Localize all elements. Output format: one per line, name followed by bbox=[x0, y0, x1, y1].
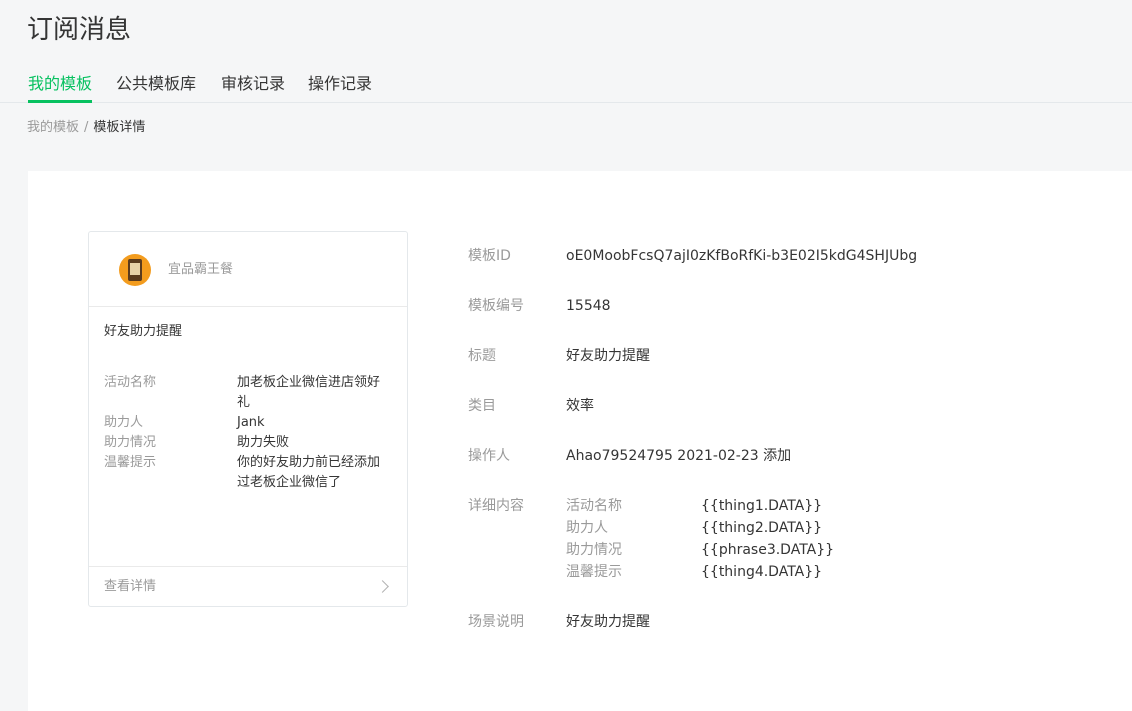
content-field-key: 活动名称 bbox=[566, 498, 622, 514]
detail-row-template-number: 模板编号 15548 bbox=[468, 295, 611, 317]
category-value: 效率 bbox=[566, 398, 594, 414]
content-field-key: 助力情况 bbox=[566, 542, 622, 558]
tab-bar: 我的模板 公共模板库 审核记录 操作记录 bbox=[0, 70, 1132, 103]
detail-row-scene: 场景说明 好友助力提醒 bbox=[468, 611, 650, 633]
template-number-value: 15548 bbox=[566, 298, 611, 314]
breadcrumb-current: 模板详情 bbox=[93, 120, 146, 135]
preview-field: 活动名称 加老板企业微信进店领好礼 bbox=[104, 373, 394, 413]
detail-row-operator: 操作人 Ahao79524795 2021-02-23 添加 bbox=[468, 445, 791, 467]
breadcrumb-separator: / bbox=[84, 120, 89, 135]
content-field-list: 活动名称 {{thing1.DATA}} 助力人 {{thing2.DATA}}… bbox=[566, 495, 834, 583]
preview-title: 好友助力提醒 bbox=[104, 324, 183, 339]
breadcrumb-parent-link[interactable]: 我的模板 bbox=[27, 120, 79, 135]
preview-field-key: 助力情况 bbox=[104, 435, 157, 450]
operator-label: 操作人 bbox=[468, 448, 510, 464]
preview-field-value: 你的好友助力前已经添加过老板企业微信了 bbox=[237, 455, 381, 490]
content-label: 详细内容 bbox=[468, 498, 524, 514]
tab-public-template-library[interactable]: 公共模板库 bbox=[116, 70, 196, 102]
scene-value: 好友助力提醒 bbox=[566, 614, 650, 630]
view-details-label: 查看详情 bbox=[104, 579, 157, 594]
preview-field-key: 温馨提示 bbox=[104, 455, 157, 470]
content-field-value: {{thing2.DATA}} bbox=[701, 520, 823, 536]
preview-field-key: 活动名称 bbox=[104, 375, 157, 390]
template-id-label: 模板ID bbox=[468, 248, 511, 264]
account-avatar bbox=[119, 254, 151, 286]
view-details-link[interactable]: 查看详情 bbox=[89, 566, 407, 607]
preview-card-header: 宜品霸王餐 bbox=[89, 232, 407, 307]
breadcrumb: 我的模板 / 模板详情 bbox=[27, 118, 145, 138]
content-field-key: 助力人 bbox=[566, 520, 608, 536]
content-field-value: {{thing4.DATA}} bbox=[701, 564, 823, 580]
content-field: 活动名称 {{thing1.DATA}} bbox=[566, 495, 834, 517]
preview-field-value: Jank bbox=[237, 415, 265, 430]
content-field: 温馨提示 {{thing4.DATA}} bbox=[566, 561, 834, 583]
chevron-right-icon bbox=[376, 580, 389, 593]
tab-my-templates[interactable]: 我的模板 bbox=[28, 70, 93, 103]
preview-field-key: 助力人 bbox=[104, 415, 144, 430]
preview-field: 助力人 Jank bbox=[104, 413, 394, 433]
detail-row-category: 类目 效率 bbox=[468, 395, 594, 417]
preview-field-value: 助力失败 bbox=[237, 435, 290, 450]
content-field-key: 温馨提示 bbox=[566, 564, 622, 580]
template-number-label: 模板编号 bbox=[468, 298, 524, 314]
account-name: 宜品霸王餐 bbox=[168, 262, 234, 277]
content-field-value: {{phrase3.DATA}} bbox=[701, 542, 835, 558]
title-label: 标题 bbox=[468, 348, 496, 364]
content-field-value: {{thing1.DATA}} bbox=[701, 498, 823, 514]
preview-fields: 活动名称 加老板企业微信进店领好礼 助力人 Jank 助力情况 助力失败 温馨提… bbox=[104, 373, 394, 493]
detail-row-template-id: 模板ID oE0MoobFcsQ7ajI0zKfBoRfKi-b3E02I5kd… bbox=[468, 245, 917, 267]
page-title: 订阅消息 bbox=[27, 15, 132, 45]
category-label: 类目 bbox=[468, 398, 496, 414]
template-id-value: oE0MoobFcsQ7ajI0zKfBoRfKi-b3E02I5kdG4SHJ… bbox=[566, 248, 918, 264]
tab-review-records[interactable]: 审核记录 bbox=[221, 70, 285, 102]
operator-value: Ahao79524795 2021-02-23 添加 bbox=[566, 448, 792, 464]
message-preview-card: 宜品霸王餐 好友助力提醒 活动名称 加老板企业微信进店领好礼 助力人 Jank … bbox=[88, 231, 408, 607]
preview-field: 助力情况 助力失败 bbox=[104, 433, 394, 453]
detail-row-title: 标题 好友助力提醒 bbox=[468, 345, 650, 367]
content-field: 助力情况 {{phrase3.DATA}} bbox=[566, 539, 834, 561]
avatar-image-detail bbox=[130, 263, 140, 275]
content-field: 助力人 {{thing2.DATA}} bbox=[566, 517, 834, 539]
preview-field: 温馨提示 你的好友助力前已经添加过老板企业微信了 bbox=[104, 453, 394, 493]
scene-label: 场景说明 bbox=[468, 614, 524, 630]
title-value: 好友助力提醒 bbox=[566, 348, 650, 364]
preview-field-value: 加老板企业微信进店领好礼 bbox=[237, 375, 381, 410]
detail-panel: 宜品霸王餐 好友助力提醒 活动名称 加老板企业微信进店领好礼 助力人 Jank … bbox=[28, 171, 1132, 711]
tab-operation-records[interactable]: 操作记录 bbox=[308, 70, 372, 102]
detail-row-content: 详细内容 活动名称 {{thing1.DATA}} 助力人 {{thing2.D… bbox=[468, 495, 834, 583]
